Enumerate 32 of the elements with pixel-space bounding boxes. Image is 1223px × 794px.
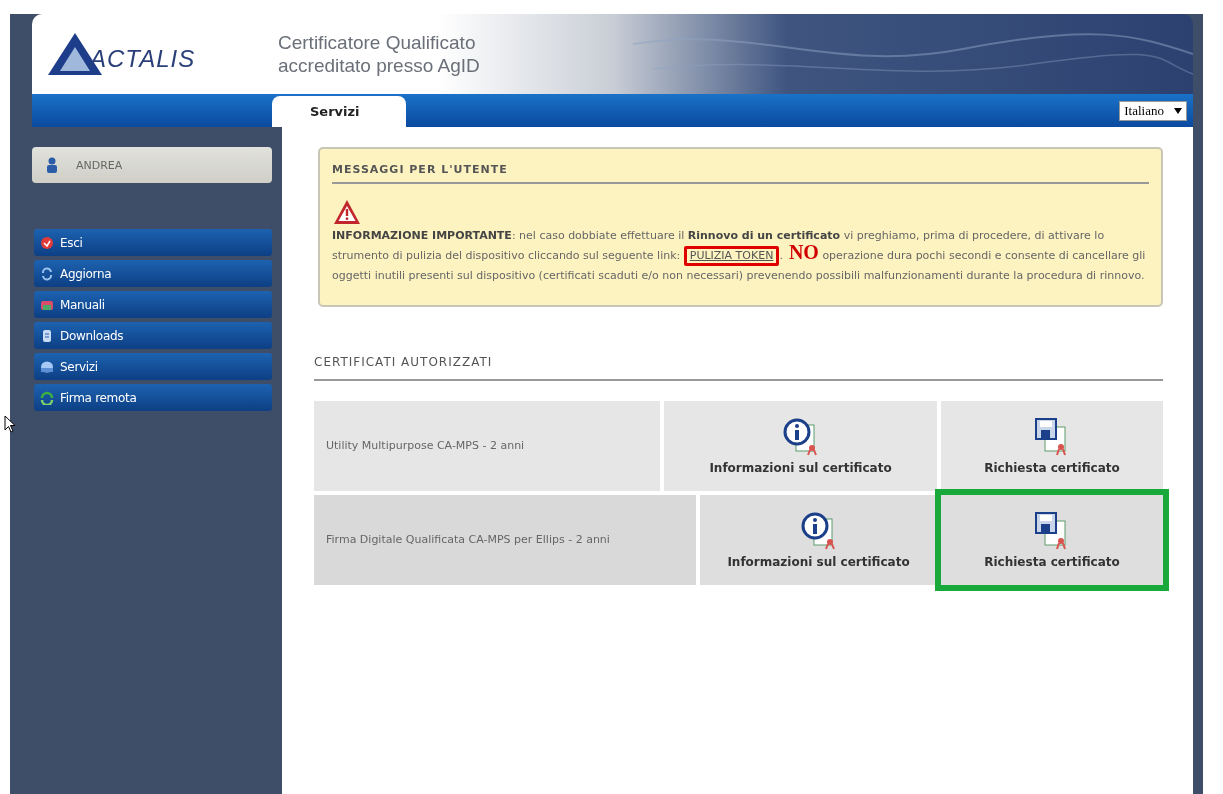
user-name: ANDREA xyxy=(76,158,123,172)
info-button[interactable]: Informazioni sul certificato xyxy=(700,495,937,585)
warning-icon xyxy=(332,198,362,226)
document-icon xyxy=(40,328,54,343)
section-title: CERTIFICATI AUTORIZZATI xyxy=(314,355,1163,381)
message-text: INFORMAZIONE IMPORTANTE: nel caso dobbiate effettuare il Rinnovo di un certificato vi preghiamo, prima di procedere, di attivare lo strumento di pulizia del dispositivo cliccando sul seguente link: PULIZIA TOKEN . NO operazione dura pochi secondi e consente di cancellare gli oggetti inutili presenti sul dispositivo (certificati scaduti e/o non necessari) prevenendo possibili malfunzionamenti durante la procedura di rinnovo. xyxy=(332,228,1147,284)
annotation-label: NO xyxy=(788,241,819,263)
request-button[interactable]: Richiesta certificato xyxy=(941,401,1163,491)
exit-icon xyxy=(40,235,54,250)
table-cell: Utility Multipurpose CA-MPS - 2 anni xyxy=(314,401,660,491)
caret-icon xyxy=(1174,107,1182,114)
table-cell: Firma Digitale Qualificata CA-MPS per Ellips - 2 anni xyxy=(314,495,696,585)
menu-item[interactable]: Manuali xyxy=(34,291,272,318)
logo-text: ACTALIS xyxy=(90,45,196,73)
menu-item[interactable]: Firma remota xyxy=(34,384,272,411)
cursor-icon xyxy=(4,415,16,433)
cleanup-link[interactable]: PULIZIA TOKEN xyxy=(689,249,774,262)
info-certificate-icon xyxy=(781,417,820,457)
info-certificate-icon xyxy=(799,511,838,551)
tab[interactable]: Servizi xyxy=(272,96,406,127)
user-icon xyxy=(46,157,58,173)
menu-item[interactable]: Servizi xyxy=(34,353,272,380)
recycle-icon xyxy=(40,390,54,405)
menu-item[interactable]: Aggiorna xyxy=(34,260,272,287)
refresh-icon xyxy=(40,266,54,281)
menu-item[interactable]: Esci xyxy=(34,229,272,256)
menu-item[interactable]: Downloads xyxy=(34,322,272,349)
tagline-text: Certificatore Qualificato xyxy=(278,31,477,54)
info-button[interactable]: Informazioni sul certificato xyxy=(664,401,937,491)
tagline-text: accreditato presso AgID xyxy=(278,54,480,77)
language-select[interactable]: Italiano xyxy=(1119,100,1187,121)
section-title: MESSAGGI PER L'UTENTE xyxy=(332,163,1149,184)
